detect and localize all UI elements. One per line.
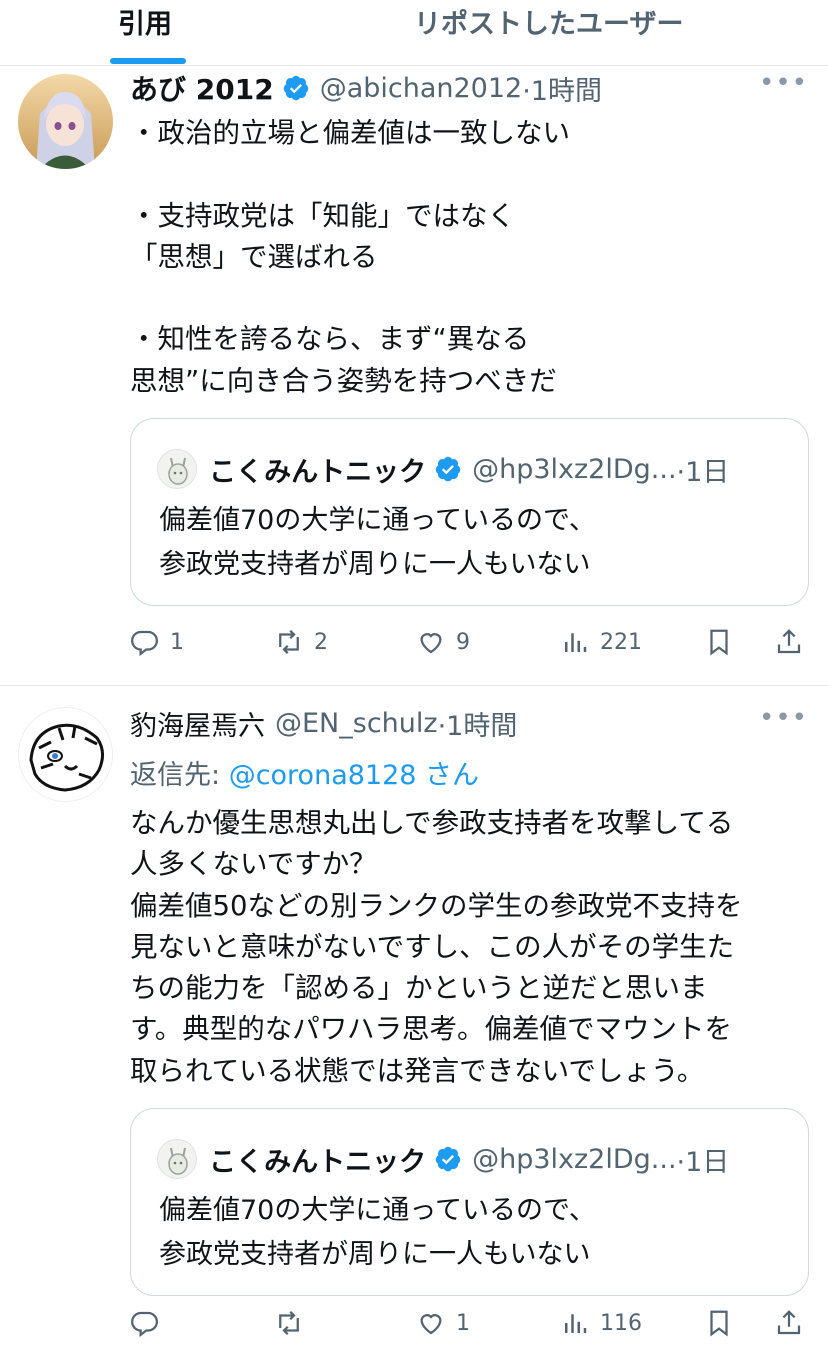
quoted-timestamp: ·1日 [676,1146,730,1178]
like-button[interactable]: 9 [416,620,470,664]
repost-count: 2 [314,629,328,655]
tweet-header: 豹海屋焉六 @EN_schulz ·1時間 ••• [130,703,808,743]
active-tab-indicator [110,58,186,64]
view-count: 221 [600,629,642,655]
share-icon [777,1310,801,1335]
quoted-display-name: こくみんトニック [209,1146,427,1178]
quoted-avatar [157,449,197,489]
avatar[interactable] [18,707,113,802]
share-button[interactable] [774,620,804,664]
views-icon [565,1314,587,1333]
tweet-text-line: ・支持政党は「知能」ではなく [130,199,515,232]
tweet-text-line: 人多くないですか？ [130,848,377,881]
like-icon [420,1314,442,1335]
quoted-display-name: こくみんトニック [209,456,427,488]
quoted-text-line: 参政党支持者が周りに一人もいない [159,1239,591,1270]
share-icon [777,629,801,654]
tweet-text-line: ・政治的立場と偏差値は一致しない [130,117,570,149]
display-name[interactable]: あび 2012 [130,68,274,108]
reply-mention[interactable]: @corona8128 [229,760,417,791]
tweet-text-line: す。典型的なパワハラ思考。偏差値でマウントを [130,1013,732,1046]
tweet-text-line: 思想”に向き合う姿勢を持つべきだ [130,364,557,397]
quoted-text-line: 偏差値70の大学に通っているので、 [159,505,596,536]
repost-button[interactable] [274,1301,314,1345]
avatar[interactable] [18,74,113,169]
verified-badge-icon [435,1146,461,1172]
reply-button[interactable] [130,1301,170,1345]
bookmark-icon [710,1310,728,1337]
bookmark-button[interactable] [704,620,734,664]
tweet-text: ・政治的立場と偏差値は一致しない ・支持政党は「知能」ではなく 「思想」で選ばれ… [130,113,810,402]
timestamp[interactable]: ·1時間 [522,69,602,108]
bookmark-button[interactable] [704,1301,734,1345]
tweet-actions: 1 116 [130,1301,810,1345]
tweet-actions: 1 2 9 221 [130,620,810,664]
quoted-tweet-text: 偏差値70の大学に通っているので、 参政党支持者が周りに一人もいない [159,1189,596,1277]
tab-bar: 引用 リポストしたユーザー [0,0,828,66]
tweet-text-line: 「思想」で選ばれる [130,240,378,273]
quoted-handle: @hp3lxz2lDg... [472,1143,677,1175]
more-icon[interactable]: ••• [759,68,808,98]
tweet-text-line: 偏差値50などの別ランクの学生の参政党不支持を [130,889,743,922]
tweet-text-line [130,278,810,319]
quoted-tweet[interactable]: こくみんトニック @hp3lxz2lDg... ·1日 偏差値70の大学に通って… [130,418,809,606]
quoted-avatar [157,1139,197,1179]
bookmark-icon [710,629,728,656]
quoted-timestamp: ·1日 [676,456,730,488]
tweet-text-line: ちの能力を「認める」かというと逆だと思いま [130,972,708,1005]
tweet-text-line: 取られている状態では発言できないでしょう。 [130,1054,705,1087]
views-button[interactable]: 221 [560,620,642,664]
repost-button[interactable]: 2 [274,620,328,664]
reply-suffix: さん [416,760,480,791]
verified-badge-icon [283,75,308,101]
tweet[interactable]: 豹海屋焉六 @EN_schulz ·1時間 ••• 返信先: @corona81… [0,687,828,1353]
tab-quotes[interactable]: 引用 [118,2,172,41]
like-icon [420,633,442,654]
quoted-text-line: 偏差値70の大学に通っているので、 [159,1195,596,1226]
reply-button[interactable]: 1 [130,620,184,664]
quoted-tweet-header: こくみんトニック @hp3lxz2lDg... ·1日 [157,1139,788,1179]
reply-prefix: 返信先: [130,760,229,791]
quoted-text-line: 参政党支持者が周りに一人もいない [159,549,591,580]
tab-reposts[interactable]: リポストしたユーザー [414,2,683,41]
more-icon[interactable]: ••• [759,703,808,733]
quoted-tweet-text: 偏差値70の大学に通っているので、 参政党支持者が周りに一人もいない [159,499,596,587]
like-button[interactable]: 1 [416,1301,470,1345]
like-count: 1 [456,1310,470,1336]
tweet-header: あび 2012 @abichan2012 ·1時間 ••• [130,68,808,108]
tweet-text: なんか優生思想丸出しで参政支持者を攻撃してる 人多くないですか？ 偏差値50など… [130,803,810,1092]
views-icon [565,633,587,652]
tweet-text-line [130,154,810,195]
quoted-tweet-header: こくみんトニック @hp3lxz2lDg... ·1日 [157,449,788,489]
share-button[interactable] [774,1301,804,1345]
views-button[interactable]: 116 [560,1301,642,1345]
verified-badge-icon [435,456,461,482]
tweet-text-line: なんか優生思想丸出しで参政支持者を攻撃してる [130,807,734,839]
quoted-tweet[interactable]: こくみんトニック @hp3lxz2lDg... ·1日 偏差値70の大学に通って… [130,1108,809,1296]
view-count: 116 [600,1310,642,1336]
handle[interactable]: @abichan2012 [320,73,523,104]
reply-icon [131,1311,158,1338]
reply-icon [131,630,158,657]
timestamp[interactable]: ·1時間 [438,704,518,743]
handle[interactable]: @EN_schulz [275,708,438,739]
quoted-handle: @hp3lxz2lDg... [472,453,677,485]
tweet-text-line: ・知性を誇るなら、まず“異なる [130,323,530,356]
display-name[interactable]: 豹海屋焉六 [130,704,265,743]
tweet[interactable]: あび 2012 @abichan2012 ·1時間 ••• ・政治的立場と偏差値… [0,66,828,686]
reply-count: 1 [170,629,184,655]
tweet-text-line: 見ないと意味がないですし、この人がその学生た [130,930,735,963]
like-count: 9 [456,629,470,655]
repost-icon [279,629,299,655]
repost-icon [279,1310,299,1336]
reply-context: 返信先: @corona8128 さん [130,753,479,792]
